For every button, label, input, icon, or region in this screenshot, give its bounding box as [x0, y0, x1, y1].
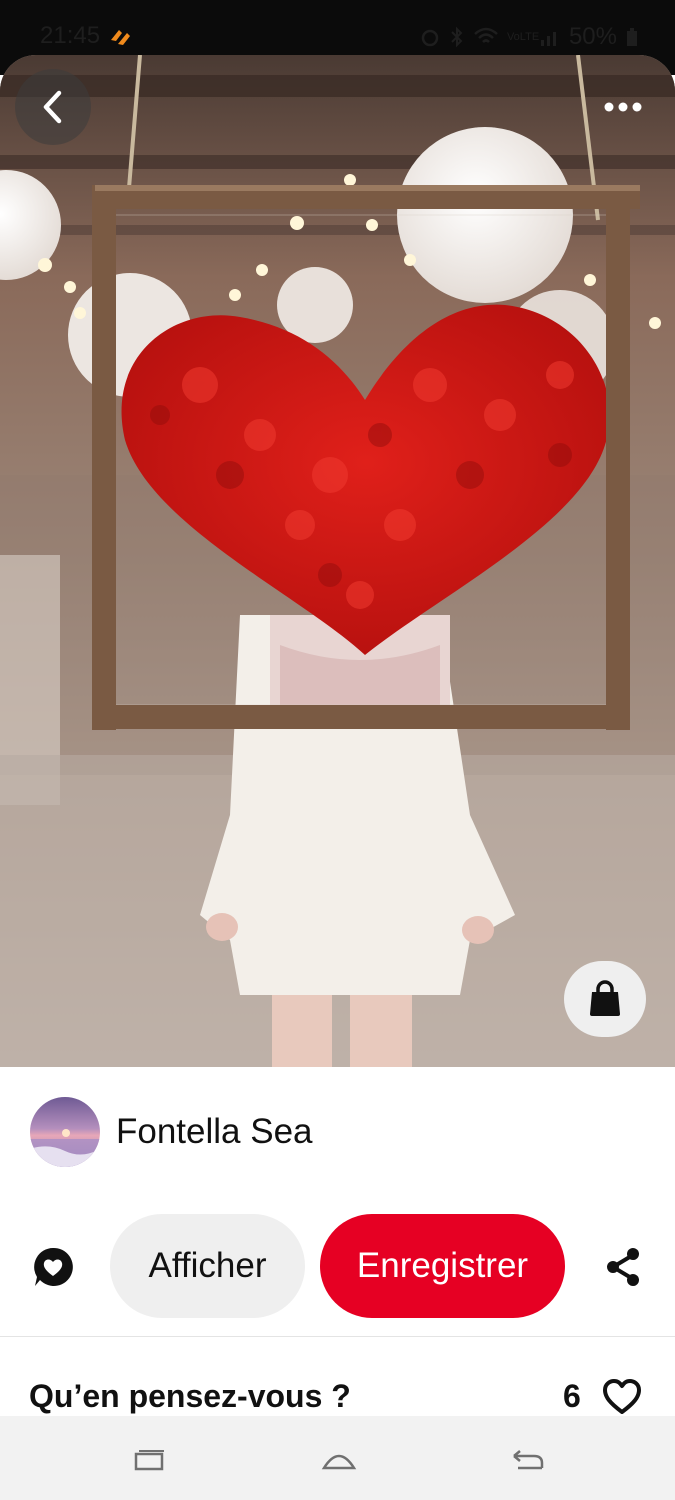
wifi-icon — [474, 27, 498, 43]
alarm-icon — [421, 29, 439, 47]
battery-percent: 50% — [568, 23, 617, 50]
system-nav-bar — [0, 1416, 675, 1500]
comments-heading: Qu’en pensez-vous ? — [29, 1378, 351, 1414]
save-button[interactable]: Enregistrer — [320, 1214, 565, 1318]
creator-profile[interactable]: Fontella Sea — [30, 1096, 313, 1168]
pin-image[interactable] — [0, 55, 675, 1067]
battery-icon — [627, 28, 637, 46]
network-label: VoLTE — [506, 30, 540, 43]
home-icon — [321, 1454, 357, 1470]
status-icons: VoLTE 50% — [419, 22, 639, 52]
more-options-button[interactable] — [591, 83, 655, 131]
system-back-button[interactable] — [498, 1442, 558, 1478]
pin-photo — [0, 55, 675, 1067]
creator-avatar[interactable] — [30, 1097, 100, 1167]
divider — [0, 1336, 675, 1337]
shop-button[interactable] — [564, 961, 646, 1037]
comment-button[interactable] — [30, 1244, 76, 1290]
view-button[interactable]: Afficher — [110, 1214, 305, 1318]
recent-apps-button[interactable] — [120, 1442, 180, 1478]
recent-apps-icon — [134, 1450, 164, 1471]
chevron-left-icon — [43, 90, 62, 124]
back-icon — [513, 1450, 544, 1470]
share-icon — [607, 1248, 639, 1286]
heart-icon[interactable] — [602, 1378, 642, 1416]
share-button[interactable] — [600, 1244, 646, 1290]
shopping-bag-icon — [590, 980, 620, 1016]
signal-icon — [540, 32, 556, 46]
comment-heart-icon — [34, 1247, 73, 1286]
pin-action-bar: Afficher Enregistrer — [0, 1214, 675, 1320]
more-horizontal-icon — [604, 102, 642, 112]
back-button[interactable] — [15, 69, 91, 145]
status-time: 21:45 — [40, 22, 101, 49]
home-button[interactable] — [309, 1442, 369, 1478]
creator-name[interactable]: Fontella Sea — [116, 1112, 313, 1152]
bluetooth-icon — [451, 26, 463, 48]
like-count: 6 — [563, 1378, 581, 1414]
app-notification-icon — [111, 30, 130, 45]
